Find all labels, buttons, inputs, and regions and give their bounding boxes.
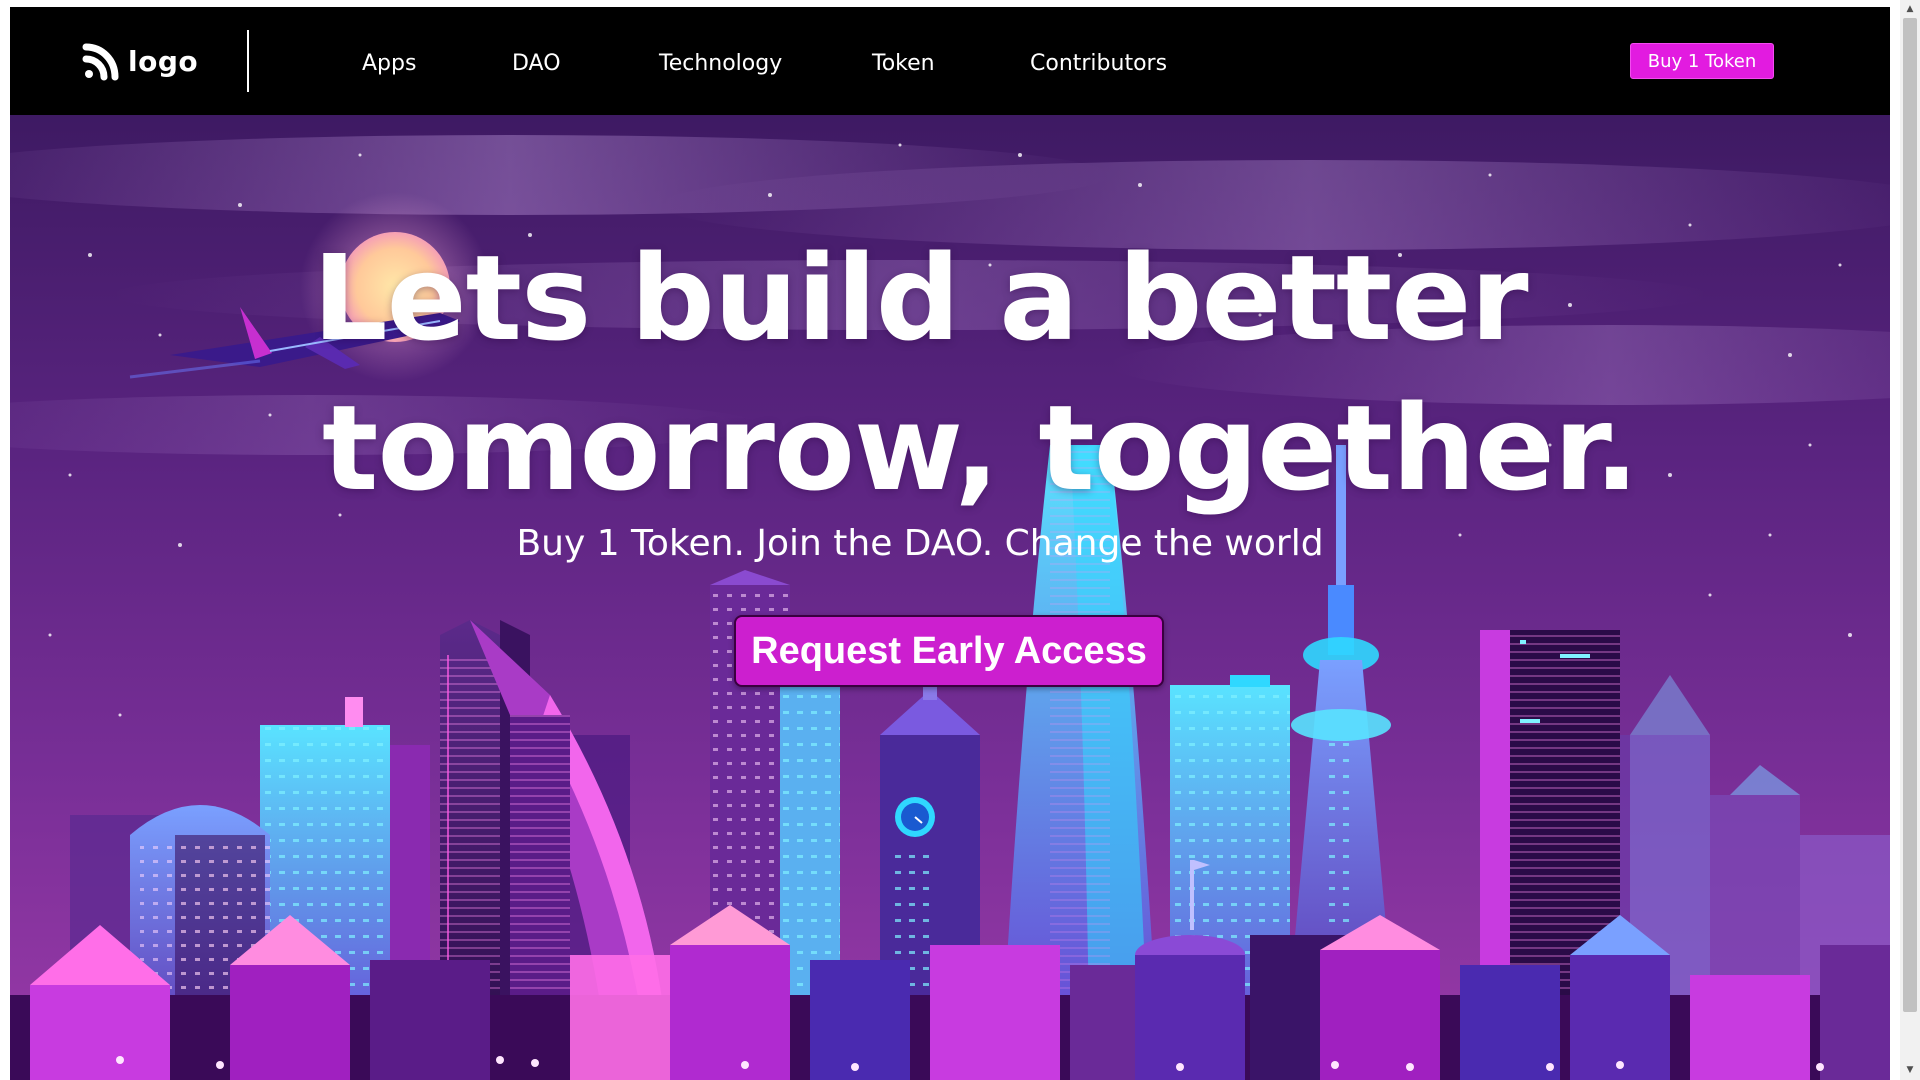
nav-link-contributors[interactable]: Contributors bbox=[1030, 51, 1167, 76]
hero-subheadline: Buy 1 Token. Join the DAO. Change the wo… bbox=[516, 523, 1324, 564]
nav-divider bbox=[247, 30, 249, 92]
page: logo Apps DAO Technology Token Contribut… bbox=[10, 7, 1890, 1080]
scrollbar-thumb[interactable] bbox=[1903, 18, 1917, 1012]
nav-link-token[interactable]: Token bbox=[872, 51, 935, 76]
rss-arc-logo-icon bbox=[82, 43, 119, 81]
nav-link-technology[interactable]: Technology bbox=[659, 51, 782, 76]
buy-token-button[interactable]: Buy 1 Token bbox=[1630, 43, 1774, 79]
hero-headline: Lets build a better tomorrow, together. bbox=[10, 223, 1890, 523]
request-early-access-button[interactable]: Request Early Access bbox=[734, 615, 1164, 687]
navbar: logo Apps DAO Technology Token Contribut… bbox=[10, 7, 1890, 115]
hero-section: Lets build a better tomorrow, together. … bbox=[10, 115, 1890, 1080]
hero-headline-line1: Lets build a better bbox=[312, 229, 1528, 367]
logo-text: logo bbox=[128, 44, 199, 78]
scroll-up-arrow-icon[interactable]: ▲ bbox=[1904, 3, 1916, 15]
nav-link-dao[interactable]: DAO bbox=[512, 51, 561, 76]
hero-headline-line2: tomorrow, together. bbox=[322, 379, 1639, 517]
browser-viewport: logo Apps DAO Technology Token Contribut… bbox=[0, 0, 1920, 1080]
nav-link-apps[interactable]: Apps bbox=[362, 51, 416, 76]
logo[interactable]: logo bbox=[82, 41, 198, 81]
scroll-down-arrow-icon[interactable]: ▼ bbox=[1904, 1064, 1916, 1076]
